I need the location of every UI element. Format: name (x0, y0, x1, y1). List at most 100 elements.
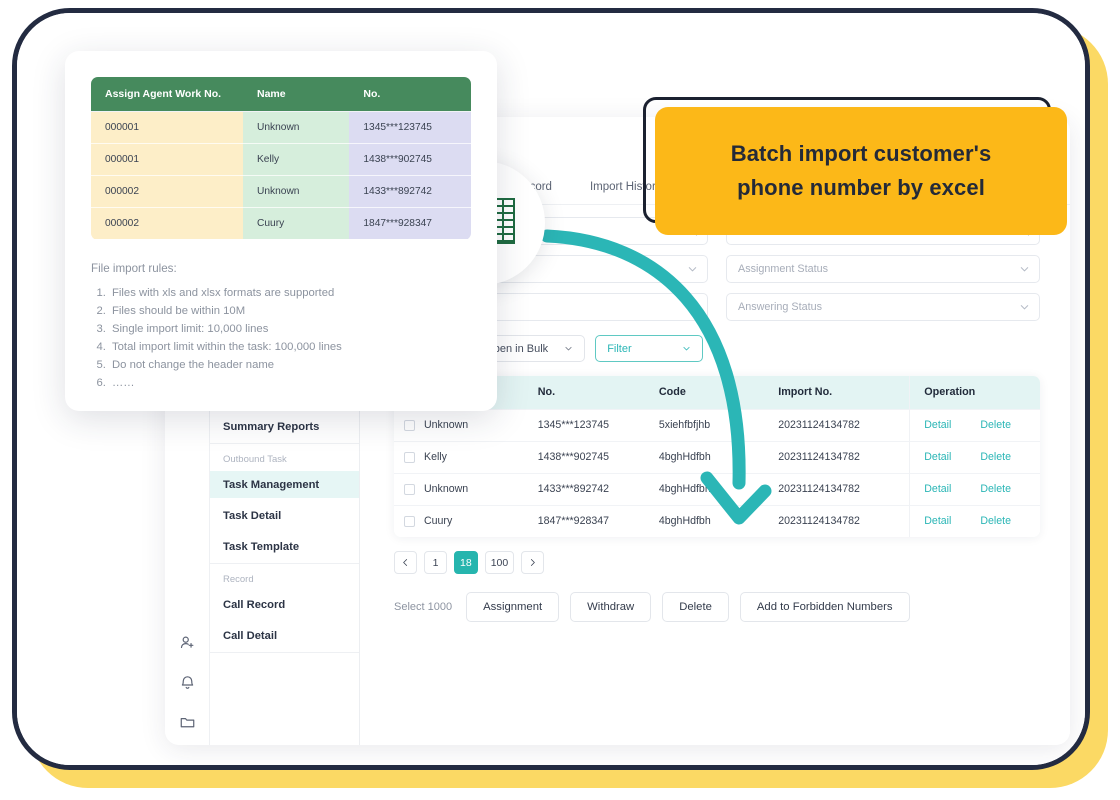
row-checkbox[interactable] (404, 484, 415, 495)
cell-text: Cuury (424, 515, 452, 527)
table-row[interactable]: Unknown 1433***892742 4bghHdfbh 20231124… (394, 473, 1040, 505)
delete-button[interactable]: Delete (662, 592, 729, 622)
spreadsheet-cell: 1433***892742 (349, 175, 471, 207)
delete-link[interactable]: Delete (980, 515, 1011, 527)
filter-button-label: Filter (607, 343, 631, 355)
sidebar-item-summary-reports[interactable]: Summary Reports (210, 413, 359, 440)
cell-code: 4bghHdfbh (649, 441, 768, 473)
column-header-operation: Operation (910, 376, 1040, 409)
row-checkbox[interactable] (404, 452, 415, 463)
rule-item: …… (109, 374, 497, 392)
sidebar-item-call-detail[interactable]: Call Detail (210, 622, 359, 649)
sidebar-item-task-management[interactable]: Task Management (210, 471, 359, 498)
callout-banner: Batch import customer's phone number by … (655, 107, 1067, 235)
cell-import-no: 20231124134782 (768, 505, 910, 537)
rule-item: Total import limit within the task: 100,… (109, 338, 497, 356)
cell-name: Unknown (394, 409, 528, 441)
cell-no: 1433***892742 (528, 473, 649, 505)
column-header-import-no: Import No. (768, 376, 910, 409)
chevron-down-icon (1019, 264, 1030, 275)
bell-icon[interactable] (165, 671, 210, 693)
rule-item: Single import limit: 10,000 lines (109, 320, 497, 338)
spreadsheet-header-row: Assign Agent Work No. Name No. (91, 77, 471, 111)
sidebar-divider (210, 652, 359, 653)
table-row[interactable]: Unknown 1345***123745 5xiehfbfjhb 202311… (394, 409, 1040, 441)
spreadsheet-row: 000002 Unknown 1433***892742 (91, 175, 471, 207)
sidebar-item-call-record[interactable]: Call Record (210, 591, 359, 618)
pagination-next-button[interactable] (521, 551, 544, 574)
sidebar-item-label: Summary Reports (223, 421, 319, 433)
pagination-page-1[interactable]: 1 (424, 551, 447, 574)
sidebar-item-task-detail[interactable]: Task Detail (210, 502, 359, 529)
filter-answering-status-select[interactable]: Answering Status (726, 293, 1040, 321)
sidebar-divider (210, 443, 359, 444)
delete-link[interactable]: Delete (980, 451, 1011, 463)
spreadsheet-cell: 1438***902745 (349, 143, 471, 175)
withdraw-button[interactable]: Withdraw (570, 592, 651, 622)
device-frame: Summary Reports Outbound Task Task Manag… (12, 8, 1090, 770)
cell-name: Cuury (394, 505, 528, 537)
spreadsheet-cell: 000001 (91, 111, 243, 143)
detail-link[interactable]: Detail (924, 451, 951, 463)
spreadsheet-cell: 1345***123745 (349, 111, 471, 143)
cell-no: 1345***123745 (528, 409, 649, 441)
spreadsheet-cell: 1847***928347 (349, 207, 471, 239)
filter-assignment-status-select[interactable]: Assignment Status (726, 255, 1040, 283)
cell-operation: Detail Delete (910, 409, 1040, 441)
filter-placeholder: Assignment Status (738, 263, 828, 275)
sidebar-item-task-template[interactable]: Task Template (210, 533, 359, 560)
sidebar-item-label: Call Record (223, 599, 285, 611)
spreadsheet-row: 000001 Unknown 1345***123745 (91, 111, 471, 143)
cell-operation: Detail Delete (910, 441, 1040, 473)
folder-icon[interactable] (165, 711, 210, 733)
cell-text: Kelly (424, 451, 447, 463)
pagination-page-18[interactable]: 18 (454, 551, 478, 574)
row-checkbox[interactable] (404, 420, 415, 431)
sidebar-group-label: Outbound Task (223, 454, 287, 465)
rule-item: Files should be within 10M (109, 302, 497, 320)
spreadsheet-cell: Unknown (243, 111, 349, 143)
detail-link[interactable]: Detail (924, 483, 951, 495)
filter-dropdown-button[interactable]: Filter (595, 335, 703, 362)
cell-text: Unknown (424, 483, 468, 495)
spreadsheet-column-no: No. (349, 77, 471, 111)
rules-list: Files with xls and xlsx formats are supp… (109, 284, 497, 392)
spreadsheet-column-name: Name (243, 77, 349, 111)
sidebar-item-label: Call Detail (223, 630, 277, 642)
row-checkbox[interactable] (404, 516, 415, 527)
cell-no: 1438***902745 (528, 441, 649, 473)
pagination-page-100[interactable]: 100 (485, 551, 515, 574)
add-user-icon[interactable] (165, 631, 210, 653)
chevron-down-icon (687, 264, 698, 275)
assignment-button[interactable]: Assignment (466, 592, 559, 622)
selection-count: Select 1000 (394, 601, 452, 613)
delete-link[interactable]: Delete (980, 483, 1011, 495)
add-to-forbidden-numbers-button[interactable]: Add to Forbidden Numbers (740, 592, 910, 622)
chevron-down-icon (687, 302, 698, 313)
callout-line-2: phone number by excel (737, 175, 985, 200)
table-row[interactable]: Kelly 1438***902745 4bghHdfbh 2023112413… (394, 441, 1040, 473)
filter-placeholder: Answering Status (738, 301, 822, 313)
spreadsheet-row: 000001 Kelly 1438***902745 (91, 143, 471, 175)
cell-operation: Detail Delete (910, 505, 1040, 537)
table-row[interactable]: Cuury 1847***928347 4bghHdfbh 2023112413… (394, 505, 1040, 537)
sidebar-group-label: Record (223, 574, 254, 585)
cell-name: Unknown (394, 473, 528, 505)
detail-link[interactable]: Detail (924, 515, 951, 527)
sidebar-group-record: Record (210, 567, 359, 591)
detail-link[interactable]: Detail (924, 419, 951, 431)
spreadsheet-cell: 000002 (91, 207, 243, 239)
chevron-down-icon (564, 344, 573, 353)
spreadsheet-cell: Unknown (243, 175, 349, 207)
sidebar-group-outbound-task: Outbound Task (210, 447, 359, 471)
spreadsheet-row: 000002 Cuury 1847***928347 (91, 207, 471, 239)
pagination-prev-button[interactable] (394, 551, 417, 574)
delete-link[interactable]: Delete (980, 419, 1011, 431)
chevron-down-icon (1019, 302, 1030, 313)
cell-name: Kelly (394, 441, 528, 473)
spreadsheet-column-work-no: Assign Agent Work No. (91, 77, 243, 111)
app-surface: Summary Reports Outbound Task Task Manag… (17, 13, 1085, 765)
cell-code: 4bghHdfbh (649, 505, 768, 537)
cell-no: 1847***928347 (528, 505, 649, 537)
import-rules-card: Assign Agent Work No. Name No. 000001 Un… (65, 51, 497, 411)
